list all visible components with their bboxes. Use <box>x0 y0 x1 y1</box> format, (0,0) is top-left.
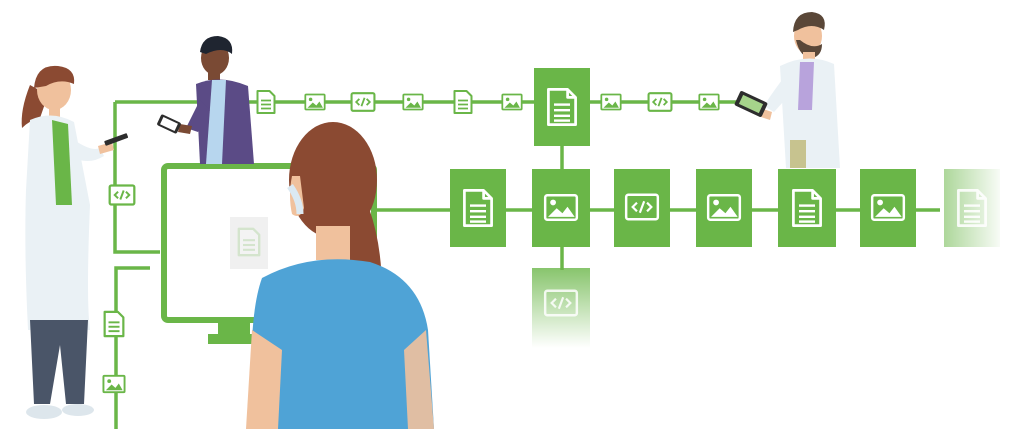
main-node-image <box>696 169 752 247</box>
left-branch-icons <box>102 184 136 394</box>
data-flow-illustration <box>21 12 1005 429</box>
image-icon <box>600 93 622 111</box>
image-icon <box>698 93 720 111</box>
main-node-document-faded <box>944 169 1000 247</box>
code-icon <box>108 184 136 206</box>
code-icon <box>350 92 376 112</box>
image-icon <box>102 374 126 394</box>
main-node-code <box>614 169 670 247</box>
document-icon <box>103 310 125 338</box>
below-code-node-faded <box>532 268 590 348</box>
main-node-image <box>532 169 590 247</box>
document-icon <box>256 89 276 115</box>
document-icon <box>453 89 473 115</box>
document-icon <box>237 227 261 257</box>
man-with-tablet <box>157 36 254 164</box>
image-icon <box>501 93 523 111</box>
code-icon <box>647 92 673 112</box>
bearded-doctor-with-tablet <box>734 12 840 168</box>
main-row-nodes <box>450 169 1000 247</box>
main-node-image <box>860 169 916 247</box>
top-document-node <box>534 68 590 146</box>
main-node-document <box>450 169 506 247</box>
main-node-document <box>778 169 836 247</box>
image-icon <box>304 93 326 111</box>
image-icon <box>402 93 424 111</box>
doctor-with-phone <box>21 65 129 419</box>
